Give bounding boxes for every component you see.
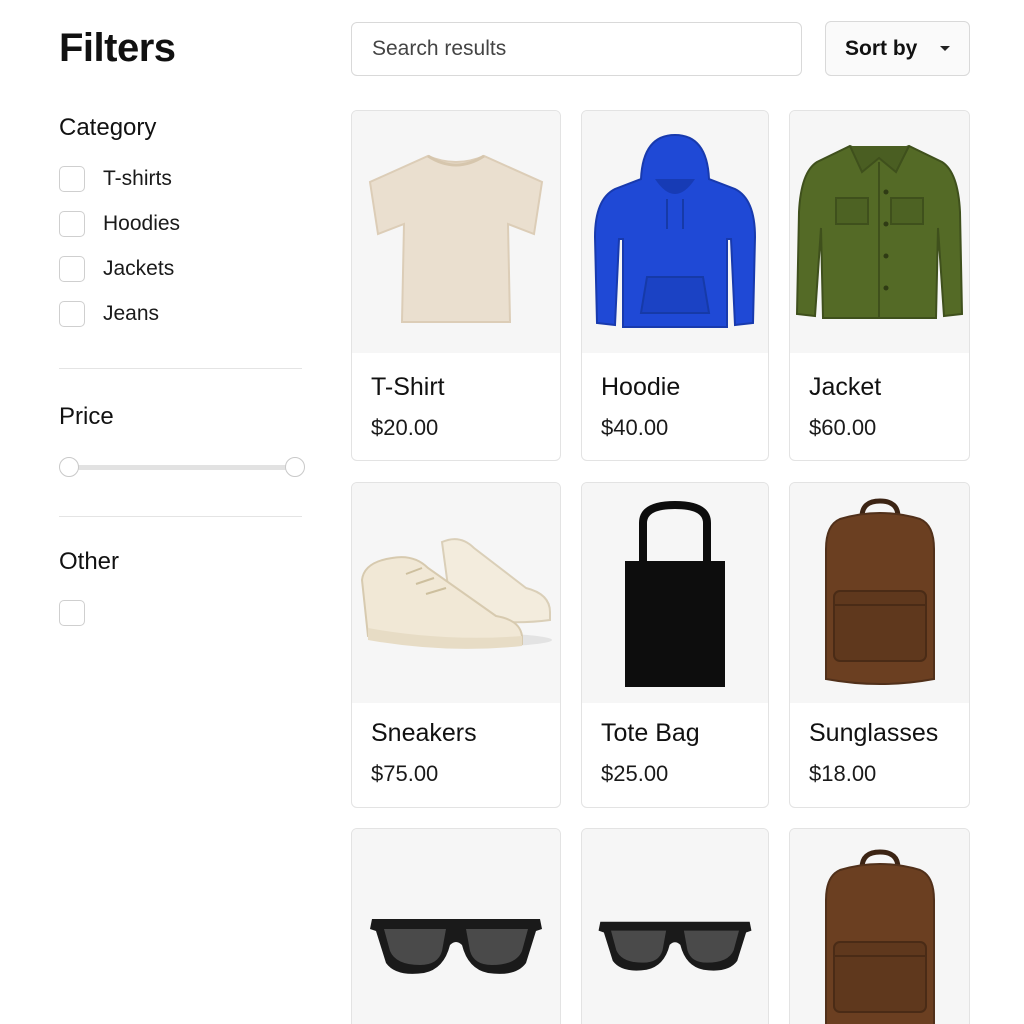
product-price: $20.00 [371, 415, 439, 440]
backpack-image [824, 498, 935, 685]
filters-title: Filters [59, 26, 176, 70]
category-option-tshirts[interactable]: T-shirts [59, 165, 172, 193]
price-range-slider[interactable] [59, 456, 305, 478]
backpack-image [824, 849, 935, 1024]
product-image[interactable] [790, 829, 969, 1024]
hoodies-checkbox[interactable] [59, 211, 85, 237]
product-card-sunglasses-a[interactable] [351, 828, 561, 1024]
sort-dropdown[interactable]: Sort by [825, 21, 970, 76]
search-bar[interactable] [351, 22, 802, 76]
jacket-image [795, 144, 964, 319]
product-price: $18.00 [809, 761, 877, 786]
product-image[interactable] [790, 483, 969, 703]
category-option-jackets[interactable]: Jackets [59, 255, 174, 283]
other-section-title: Other [59, 548, 120, 575]
product-name: T-Shirt [371, 373, 445, 401]
product-image[interactable] [582, 111, 768, 353]
product-card-tote-bag[interactable]: Tote Bag $25.00 [581, 482, 769, 808]
product-name: Tote Bag [601, 719, 700, 747]
category-option-hoodies[interactable]: Hoodies [59, 210, 180, 238]
jeans-checkbox[interactable] [59, 301, 85, 327]
search-input[interactable] [352, 23, 801, 75]
product-card-backpack[interactable] [789, 828, 970, 1024]
price-section-title: Price [59, 403, 114, 430]
sort-label: Sort by [845, 36, 918, 60]
product-card-tshirt[interactable]: T-Shirt $20.00 [351, 110, 561, 461]
jackets-checkbox[interactable] [59, 256, 85, 282]
product-name: Sneakers [371, 719, 477, 747]
tshirts-checkbox[interactable] [59, 166, 85, 192]
section-divider [59, 516, 302, 517]
category-option-jeans[interactable]: Jeans [59, 300, 159, 328]
category-option-label: Jackets [103, 257, 175, 280]
section-divider [59, 368, 302, 369]
product-card-hoodie[interactable]: Hoodie $40.00 [581, 110, 769, 461]
product-price: $75.00 [371, 761, 439, 786]
price-max-handle[interactable] [285, 457, 305, 477]
category-section-title: Category [59, 114, 157, 141]
sunglasses-image [598, 921, 752, 971]
tshirt-image [368, 154, 544, 323]
product-card-sunglasses-b[interactable] [581, 828, 769, 1024]
product-name: Sunglasses [809, 719, 939, 747]
product-image[interactable] [790, 111, 969, 353]
price-slider-track[interactable] [69, 465, 295, 470]
product-name: Jacket [809, 373, 882, 401]
product-image[interactable] [582, 829, 768, 1024]
category-option-label: T-shirts [103, 167, 172, 190]
caret-down-icon [940, 46, 950, 51]
product-price: $40.00 [601, 415, 669, 440]
other-checkbox[interactable] [59, 600, 85, 626]
sunglasses-image [370, 919, 542, 974]
product-card-sneakers[interactable]: Sneakers $75.00 [351, 482, 561, 808]
other-option[interactable] [59, 599, 85, 627]
product-image[interactable] [352, 829, 560, 1024]
product-image[interactable] [352, 111, 560, 353]
price-min-handle[interactable] [59, 457, 79, 477]
category-option-label: Jeans [103, 302, 160, 325]
product-image[interactable] [582, 483, 768, 703]
category-option-label: Hoodies [103, 212, 181, 235]
sneakers-image [360, 538, 552, 649]
product-card-jacket[interactable]: Jacket $60.00 [789, 110, 970, 461]
product-name: Hoodie [601, 373, 681, 401]
product-price: $60.00 [809, 415, 877, 440]
hoodie-image [593, 133, 757, 328]
tote-bag-image [625, 500, 725, 687]
product-price: $25.00 [601, 761, 669, 786]
product-image[interactable] [352, 483, 560, 703]
product-card-sunglasses[interactable]: Sunglasses $18.00 [789, 482, 970, 808]
